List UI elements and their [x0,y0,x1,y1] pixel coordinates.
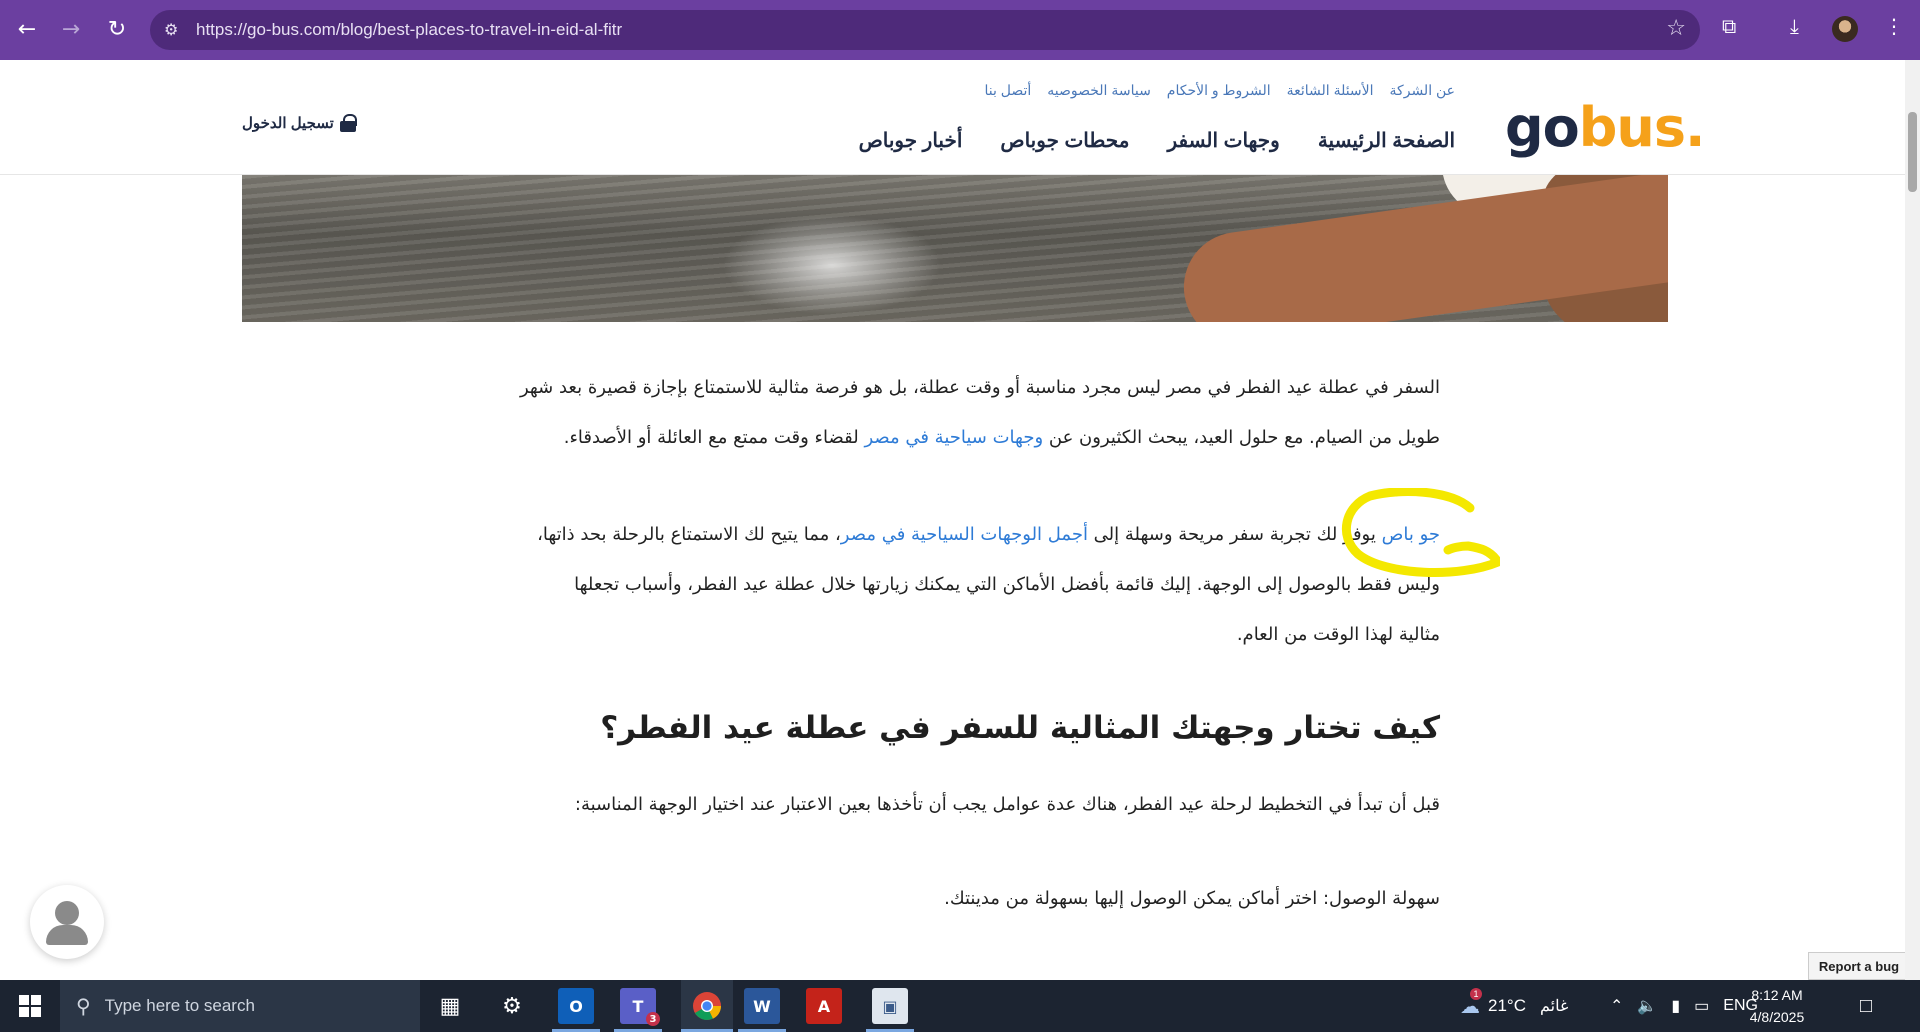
clock-date: 4/8/2025 [1749,1009,1805,1025]
chat-support-avatar[interactable] [30,885,104,959]
battery-icon[interactable]: ▮ [1671,996,1680,1016]
task-view-icon[interactable]: ▦ [432,988,468,1024]
weather-badge: 1 [1470,987,1482,1000]
menu-kebab-icon[interactable]: ⋮ [1884,14,1904,38]
weather-temp: 21°C [1488,996,1526,1015]
main-nav: الصفحة الرئيسية وجهات السفر محطات جوباص … [859,128,1455,153]
control-panel-icon[interactable]: ⚙ [494,988,530,1024]
arrow-right-icon: → [61,16,81,42]
scrollbar-thumb[interactable] [1908,112,1917,192]
windows-taskbar: ⚲ Type here to search ▦ ⚙ O T3 W A ▣ ☁ 1 … [0,980,1920,1032]
cloud-icon: ☁ 1 [1460,987,1482,1018]
bookmark-star-icon[interactable]: ☆ [1666,16,1686,41]
chevron-up-icon[interactable]: ⌃ [1610,996,1623,1016]
extensions-icon[interactable]: ⧉ [1722,14,1736,38]
nav-news[interactable]: أخبار جوباص [859,128,963,153]
weather-text: غائم [1539,998,1569,1015]
report-bug-button[interactable]: Report a bug [1808,952,1910,980]
top-links: عن الشركة الأسئلة الشائعة الشروط و الأحك… [984,82,1455,99]
article-heading: كيف تختار وجهتك المثالية للسفر في عطلة ع… [600,710,1440,746]
page-scrollbar[interactable] [1905,60,1920,980]
search-placeholder: Type here to search [104,996,255,1015]
article-paragraph-1: السفر في عطلة عيد الفطر في مصر ليس مجرد … [440,363,1440,463]
link-best-destinations[interactable]: أجمل الوجهات السياحية في مصر [841,524,1088,545]
p1-line1: السفر في عطلة عيد الفطر في مصر ليس مجرد … [519,377,1440,398]
volume-icon[interactable]: 🔈 [1637,996,1657,1016]
nav-home[interactable]: الصفحة الرئيسية [1318,128,1455,153]
p2-line3: مثالية لهذا الوقت من العام. [1236,624,1440,645]
link-terms[interactable]: الشروط و الأحكام [1167,82,1271,99]
clock-time: 8:12 AM [1751,987,1803,1003]
link-egypt-destinations[interactable]: وجهات سياحية في مصر [864,427,1043,448]
p2-line1: جو باص يوفر لك تجربة سفر مريحة وسهلة إلى… [537,524,1440,545]
highlight-annotation [1341,488,1500,577]
windows-logo-icon [19,995,41,1017]
article-paragraph-3: قبل أن تبدأ في التخطيط لرحلة عيد الفطر، … [574,794,1440,815]
snipping-tool-icon[interactable]: ▣ [872,988,908,1024]
login-button[interactable]: تسجيل الدخول [242,114,357,132]
login-label: تسجيل الدخول [242,115,334,132]
notifications-icon[interactable]: □ [1860,980,1872,1032]
link-about[interactable]: عن الشركة [1390,82,1455,99]
weather-widget[interactable]: ☁ 1 21°C غائم [1460,980,1568,1032]
gobus-logo[interactable]: gobus. [1505,98,1706,158]
taskbar-clock[interactable]: 8:12 AM 4/8/2025 [1742,984,1812,1028]
back-button[interactable]: ← [12,14,42,44]
lock-icon [339,114,357,132]
address-bar[interactable]: ⚙ https://go-bus.com/blog/best-places-to… [150,10,1700,50]
site-settings-icon[interactable]: ⚙ [164,20,178,39]
link-contact[interactable]: أتصل بنا [984,82,1031,99]
nav-stations[interactable]: محطات جوباص [1000,128,1129,153]
network-icon[interactable]: ▭ [1694,996,1709,1016]
download-icon[interactable]: ⤓ [1790,14,1799,38]
p2-line2: وليس فقط بالوصول إلى الوجهة. إليك قائمة … [574,574,1440,595]
word-icon[interactable]: W [744,988,780,1024]
browser-toolbar: ← → ↻ ⚙ https://go-bus.com/blog/best-pla… [0,0,1920,60]
link-faq[interactable]: الأسئلة الشائعة [1287,82,1374,99]
teams-icon[interactable]: T3 [620,988,660,1026]
reload-icon: ↻ [107,16,127,42]
search-icon: ⚲ [76,995,91,1018]
nav-destinations[interactable]: وجهات السفر [1167,128,1279,153]
forward-button[interactable]: → [56,14,86,44]
chrome-icon[interactable] [681,980,733,1032]
link-privacy[interactable]: سياسة الخصوصيه [1047,82,1151,99]
system-tray: ⌃ 🔈 ▮ ▭ ENG [1610,980,1758,1032]
start-button[interactable] [0,980,60,1032]
site-header: gobus. عن الشركة الأسئلة الشائعة الشروط … [0,60,1905,175]
url-text[interactable]: https://go-bus.com/blog/best-places-to-t… [196,20,622,40]
acrobat-icon[interactable]: A [806,988,842,1024]
profile-avatar[interactable] [1832,16,1858,42]
taskbar-search[interactable]: ⚲ Type here to search [60,980,420,1032]
teams-badge: 3 [646,1012,660,1026]
outlook-icon[interactable]: O [558,988,594,1024]
article-paragraph-4: سهولة الوصول: اختر أماكن يمكن الوصول إلي… [944,888,1440,909]
arrow-left-icon: ← [17,16,37,42]
reload-button[interactable]: ↻ [102,14,132,44]
hero-image [242,175,1668,322]
article-paragraph-2: جو باص يوفر لك تجربة سفر مريحة وسهلة إلى… [440,510,1440,660]
p1-line2: طويل من الصيام. مع حلول العيد، يبحث الكث… [563,427,1440,448]
